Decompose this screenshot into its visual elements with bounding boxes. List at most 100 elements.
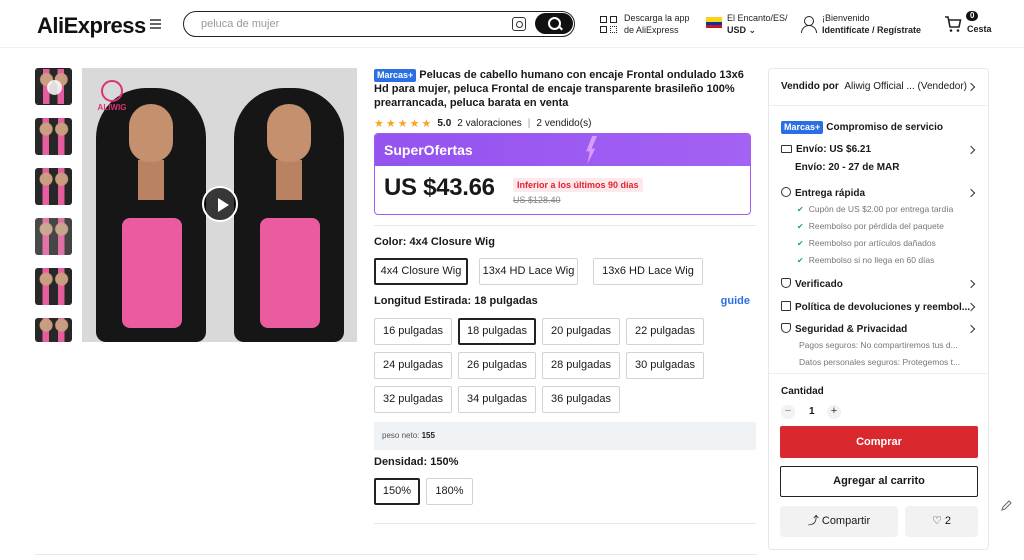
divider [374,523,756,524]
purchase-panel: Vendido por Aliwig Official ... (Vendedo… [768,68,989,550]
color-label: Color: 4x4 Closure Wig [374,236,495,248]
currency-label: USD [727,25,747,35]
image-search-icon[interactable] [512,17,526,31]
length-option[interactable]: 24 pulgadas [374,352,452,379]
net-weight-info: peso neto: 155 [374,422,756,450]
check-icon: ✔ [797,205,804,214]
video-play-icon [47,80,62,95]
cart-label[interactable]: Cesta [967,24,992,34]
net-weight-label: peso neto: [382,431,420,440]
quantity-value[interactable]: 1 [809,406,815,417]
qr-code-icon[interactable] [600,16,618,33]
gallery-thumbnail[interactable] [35,218,72,255]
search-input[interactable] [201,16,501,32]
aliexpress-logo[interactable]: AliExpress [37,13,146,39]
superdeals-label: SuperOfertas [384,142,473,158]
rating-row: ★ ★ ★ ★ ★ 5.0 2 valoraciones | 2 vendido(s) [374,116,756,130]
chevron-right-icon [966,324,976,334]
colombia-flag-icon [706,17,722,28]
search-bar [183,11,575,37]
density-option[interactable]: 180% [426,478,473,505]
length-option[interactable]: 16 pulgadas [374,318,452,345]
buy-now-button[interactable]: Comprar [780,426,978,458]
returns-row[interactable]: Política de devoluciones y reembol... [781,301,970,313]
download-app-link[interactable]: Descarga la app de AliExpress [624,12,690,36]
reviews-link[interactable]: 2 valoraciones [457,118,521,129]
quantity-label: Cantidad [781,386,824,397]
length-option[interactable]: 18 pulgadas [458,318,536,345]
check-icon: ✔ [797,222,804,231]
wishlist-button[interactable]: ♡ 2 [905,506,978,537]
locale-line1: El Encanto/ES/ [727,13,788,23]
locale-selector[interactable]: El Encanto/ES/ USD ⌄ [727,12,788,36]
length-option[interactable]: 32 pulgadas [374,386,452,413]
length-option[interactable]: 22 pulgadas [626,318,704,345]
security-row[interactable]: Seguridad & Privacidad [781,323,907,335]
gallery-thumbnail[interactable] [35,68,72,105]
heart-icon: ♡ [931,515,942,527]
search-button[interactable] [535,13,573,34]
cart-count-badge: 0 [966,11,979,21]
cart-icon[interactable] [944,15,962,33]
signin-register-link[interactable]: Identifícate / Regístrate [822,24,921,36]
brand-logo-text: ALIWIG [97,103,127,112]
divider [35,554,757,555]
add-to-cart-button[interactable]: Agregar al carrito [780,466,978,497]
length-option[interactable]: 26 pulgadas [458,352,536,379]
menu-icon[interactable] [150,19,161,29]
chevron-right-icon [966,279,976,289]
fast-delivery-row[interactable]: Entrega rápida [781,187,865,199]
security-item: Datos personales seguros: Protegemos t..… [799,357,961,367]
seller-name: Aliwig Official ... (Vendedor) [844,81,967,92]
divider [769,373,988,374]
size-guide-link[interactable]: guide [721,295,750,307]
quantity-increase-button[interactable]: + [827,405,841,419]
star-icon: ★ [409,117,420,130]
density-option[interactable]: 150% [374,478,420,505]
app-line1: Descarga la app [624,13,690,23]
brand-logo: ALIWIG [97,80,127,114]
fast-delivery-item: ✔ Reembolso por pérdida del paquete [797,221,944,231]
net-weight-value: 155 [421,431,435,440]
star-icon: ★ [397,117,408,130]
color-option[interactable]: 13x6 HD Lace Wig [593,258,703,285]
chevron-right-icon [966,145,976,155]
share-button[interactable]: ⤴ Compartir [780,506,898,537]
gallery-thumbnail[interactable] [35,268,72,305]
length-option[interactable]: 34 pulgadas [458,386,536,413]
length-option[interactable]: 36 pulgadas [542,386,620,413]
app-line2: de AliExpress [624,25,679,35]
rating-score: 5.0 [437,117,452,129]
product-title: Marcas+ Pelucas de cabello humano con enc… [374,68,756,110]
verified-row[interactable]: Verificado [781,278,843,290]
color-option[interactable]: 4x4 Closure Wig [374,258,468,285]
gallery-thumbnail[interactable] [35,118,72,155]
divider [769,105,988,106]
chevron-right-icon [966,188,976,198]
original-price: US $128.40 [513,195,561,205]
service-title: Compromiso de servicio [826,122,943,133]
length-option[interactable]: 28 pulgadas [542,352,620,379]
user-icon[interactable] [800,16,817,33]
clock-icon [781,187,791,197]
length-label: Longitud Estirada: 18 pulgadas [374,295,538,307]
product-title-text: Pelucas de cabello humano con encaje Fro… [374,69,744,109]
length-option[interactable]: 20 pulgadas [542,318,620,345]
gallery-thumbnail[interactable] [35,168,72,205]
superdeals-header: SuperOfertas [375,134,750,166]
product-main-image[interactable]: ALIWIG [82,68,357,342]
truck-icon [781,145,792,153]
color-option[interactable]: 13x4 HD Lace Wig [479,258,578,285]
brand-plus-badge: Marcas+ [374,69,417,82]
delivery-date: Envío: 20 - 27 de MAR [795,162,900,173]
quantity-decrease-button[interactable]: − [781,405,795,419]
play-video-button[interactable] [202,186,238,222]
pencil-icon[interactable] [1001,500,1012,511]
gallery-thumbnail[interactable] [35,318,72,342]
length-option[interactable]: 30 pulgadas [626,352,704,379]
star-icon: ★ [421,117,432,130]
verified-label: Verificado [795,279,843,290]
shipping-row[interactable]: Envío: US $6.21 [781,144,871,155]
account-link[interactable]: ¡Bienvenido Identifícate / Regístrate [822,12,921,36]
seller-info[interactable]: Vendido por Aliwig Official ... (Vendedo… [781,81,967,92]
